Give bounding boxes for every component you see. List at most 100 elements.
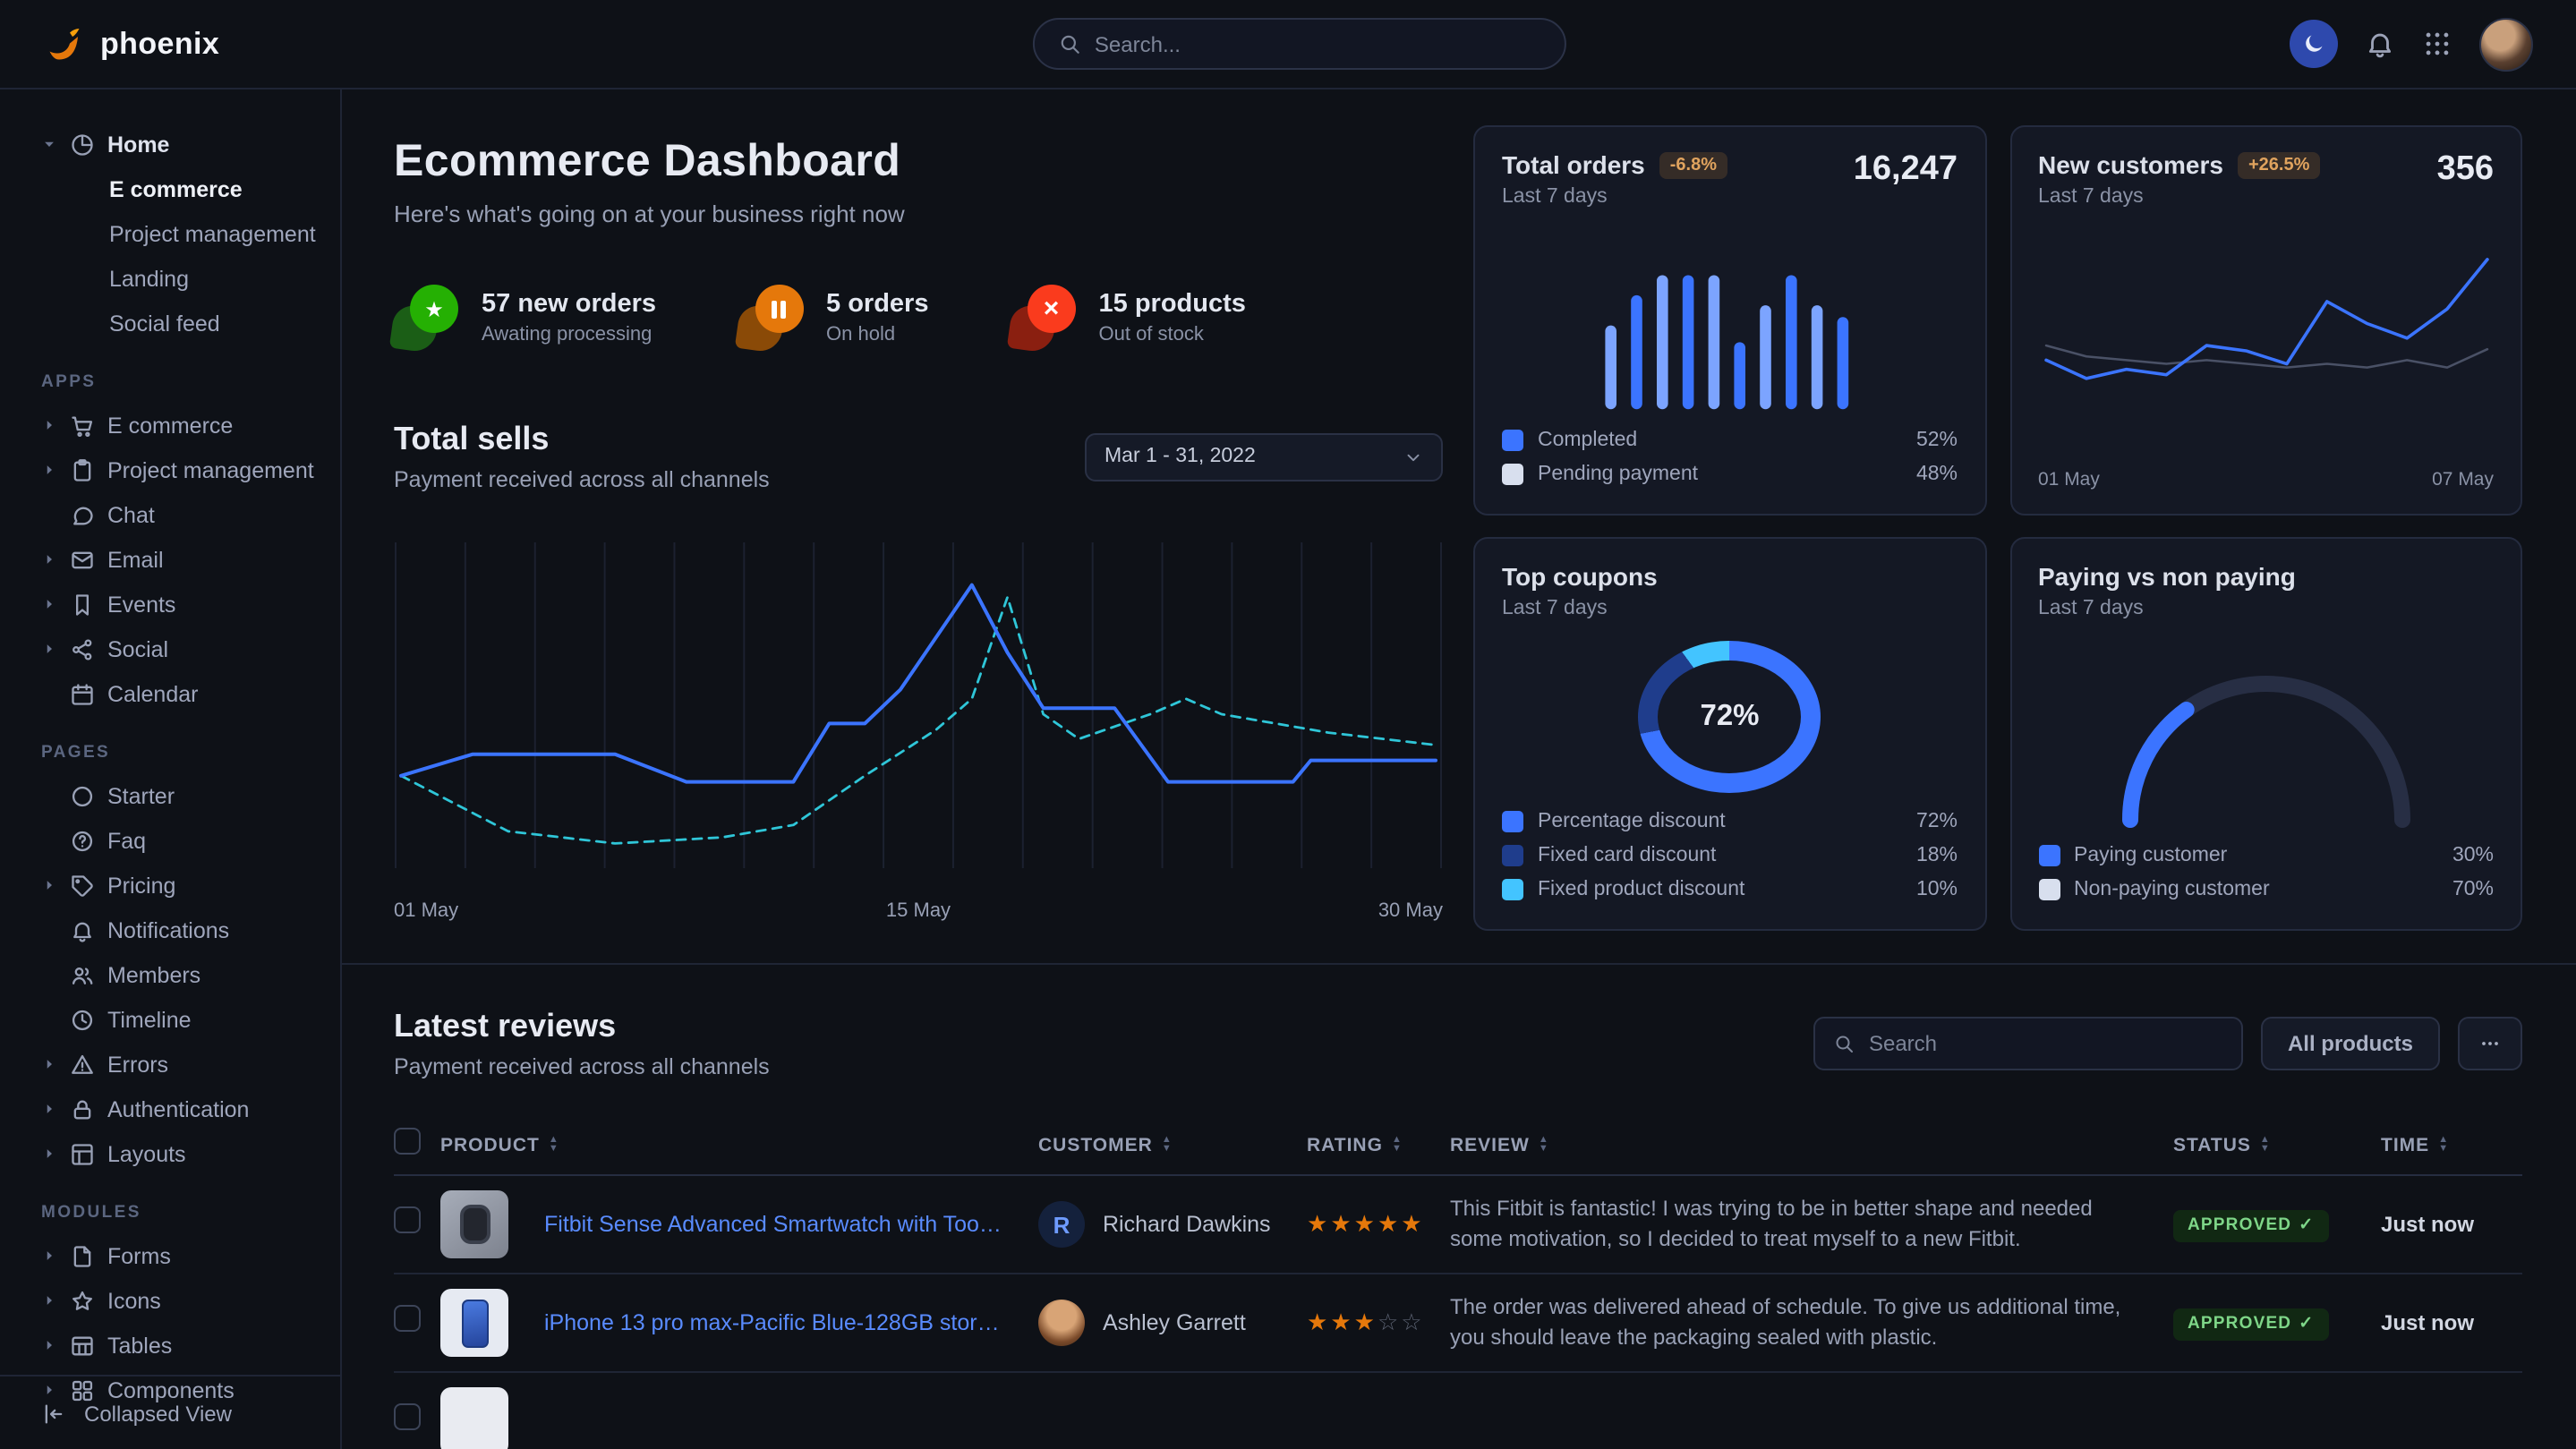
notifications-button[interactable]: [2365, 29, 2395, 59]
column-header-customer[interactable]: CUSTOMER▲▼: [1038, 1134, 1307, 1155]
sidebar-item-home[interactable]: Home: [0, 122, 340, 166]
apps-menu-button[interactable]: [2422, 29, 2452, 59]
order-bar: [1838, 317, 1849, 409]
x-tick: 01 May: [394, 900, 458, 922]
legend-swatch: [1502, 844, 1523, 865]
date-range-select[interactable]: Mar 1 - 31, 2022: [1085, 432, 1443, 481]
sidebar-subitem-social-feed[interactable]: Social feed: [0, 301, 340, 345]
sidebar-item-events[interactable]: Events: [0, 582, 340, 626]
column-header-product[interactable]: PRODUCT▲▼: [440, 1134, 1038, 1155]
legend-label: Fixed card discount: [1538, 844, 1716, 865]
sidebar-item-label: Chat: [107, 502, 155, 527]
row-checkbox[interactable]: [394, 1206, 421, 1233]
paying-gauge-chart: [2105, 655, 2427, 834]
column-header-time[interactable]: TIME▲▼: [2381, 1134, 2522, 1155]
legend-item: Completed52%: [1502, 422, 1958, 456]
sidebar-item-notifications[interactable]: Notifications: [0, 908, 340, 952]
sidebar-subitem-landing[interactable]: Landing: [0, 256, 340, 301]
phoenix-logo-icon: [43, 22, 86, 65]
global-search[interactable]: [1032, 18, 1565, 70]
chevron-down-icon: [1403, 447, 1423, 466]
sidebar-item-members[interactable]: Members: [0, 952, 340, 997]
sidebar-item-label: Authentication: [107, 1096, 249, 1121]
new-customers-value: 356: [2437, 150, 2494, 190]
reviews-controls: All products: [1813, 1017, 2522, 1070]
gauge-value: [2130, 684, 2402, 820]
warning-icon: [70, 1052, 95, 1077]
tag-icon: [70, 873, 95, 898]
sort-icon: ▲▼: [549, 1137, 559, 1153]
column-header-rating[interactable]: RATING▲▼: [1307, 1134, 1450, 1155]
sidebar-item-social[interactable]: Social: [0, 626, 340, 671]
product-link[interactable]: iPhone 13 pro max-Pacific Blue-128GB sto…: [544, 1310, 1038, 1335]
sort-icon: ▲▼: [1539, 1137, 1549, 1153]
sidebar-item-label: Faq: [107, 828, 146, 853]
sidebar-item-label: Timeline: [107, 1007, 192, 1032]
row-checkbox[interactable]: [394, 1403, 421, 1430]
x-tick: 07 May: [2432, 469, 2494, 490]
legend-value: 10%: [1916, 878, 1958, 899]
legend-value: 52%: [1916, 429, 1958, 450]
total-sells-x-axis: 01 May 15 May 30 May: [394, 900, 1443, 922]
theme-toggle-button[interactable]: [2290, 20, 2338, 68]
sidebar-item-label: Starter: [107, 783, 175, 808]
sidebar-subitem-project-management[interactable]: Project management: [0, 211, 340, 256]
rating-stars: ★★★★★: [1307, 1210, 1450, 1239]
sidebar-item-faq[interactable]: Faq: [0, 818, 340, 863]
star-filled-icon: ★: [1354, 1210, 1378, 1237]
star-filled-icon: ★: [1307, 1308, 1330, 1335]
star-filled-icon: ★: [1307, 1210, 1330, 1237]
reviews-search[interactable]: [1813, 1017, 2243, 1070]
sidebar-item-label: E commerce: [107, 413, 233, 438]
star-filled-icon: ★: [1354, 1308, 1378, 1335]
more-options-button[interactable]: [2458, 1017, 2522, 1070]
user-avatar[interactable]: [2479, 17, 2533, 71]
lock-icon: [70, 1096, 95, 1121]
circle-icon: [70, 783, 95, 808]
date-range-value: Mar 1 - 31, 2022: [1105, 446, 1256, 467]
sidebar-item-e-commerce[interactable]: E commerce: [0, 403, 340, 447]
sidebar-subitem-e-commerce[interactable]: E commerce: [0, 166, 340, 211]
sidebar-item-project-management[interactable]: Project management: [0, 447, 340, 492]
sidebar-item-errors[interactable]: Errors: [0, 1042, 340, 1087]
order-bar: [1683, 275, 1694, 409]
sidebar-item-authentication[interactable]: Authentication: [0, 1087, 340, 1131]
sidebar-item-pricing[interactable]: Pricing: [0, 863, 340, 908]
x-tick: 15 May: [886, 900, 951, 922]
top-coupons-donut-chart: 72%: [1639, 641, 1821, 793]
sidebar-item-tables[interactable]: Tables: [0, 1323, 340, 1368]
stat-caption: Awating processing: [482, 323, 656, 345]
thumbnail-cell: [440, 1387, 544, 1449]
sidebar-item-chat[interactable]: Chat: [0, 492, 340, 537]
share-icon: [70, 636, 95, 661]
series-previous-period: [401, 597, 1436, 843]
sidebar-item-label: Home: [107, 132, 169, 157]
product-link[interactable]: Fitbit Sense Advanced Smartwatch with To…: [544, 1212, 1038, 1237]
sidebar-item-layouts[interactable]: Layouts: [0, 1131, 340, 1176]
sidebar-item-forms[interactable]: Forms: [0, 1233, 340, 1278]
page-subtitle: Here's what's going on at your business …: [394, 200, 1443, 227]
sidebar-item-email[interactable]: Email: [0, 537, 340, 582]
legend-item: Pending payment48%: [1502, 456, 1958, 490]
customer-cell: Ashley Garrett: [1038, 1300, 1307, 1346]
sidebar-item-calendar[interactable]: Calendar: [0, 671, 340, 716]
global-search-input[interactable]: [1095, 31, 1540, 56]
legend-label: Fixed product discount: [1538, 878, 1744, 899]
sidebar-item-starter[interactable]: Starter: [0, 773, 340, 818]
table-row: Fitbit Sense Advanced Smartwatch with To…: [394, 1176, 2522, 1274]
search-icon: [1833, 1033, 1855, 1054]
row-checkbox[interactable]: [394, 1305, 421, 1332]
collapse-icon: [41, 1401, 66, 1426]
sidebar-item-timeline[interactable]: Timeline: [0, 997, 340, 1042]
caret-right-icon: [41, 1056, 57, 1072]
reviews-search-input[interactable]: [1869, 1031, 2223, 1056]
column-header-review[interactable]: REVIEW▲▼: [1450, 1134, 2173, 1155]
bell-icon: [2365, 29, 2395, 59]
all-products-button[interactable]: All products: [2261, 1017, 2440, 1070]
sidebar-item-icons[interactable]: Icons: [0, 1278, 340, 1323]
select-all-checkbox[interactable]: [394, 1127, 421, 1154]
column-header-status[interactable]: STATUS▲▼: [2173, 1134, 2381, 1155]
collapsed-view-button[interactable]: Collapsed View: [0, 1375, 340, 1449]
bookmark-icon: [70, 592, 95, 617]
brand[interactable]: phoenix: [43, 22, 219, 65]
